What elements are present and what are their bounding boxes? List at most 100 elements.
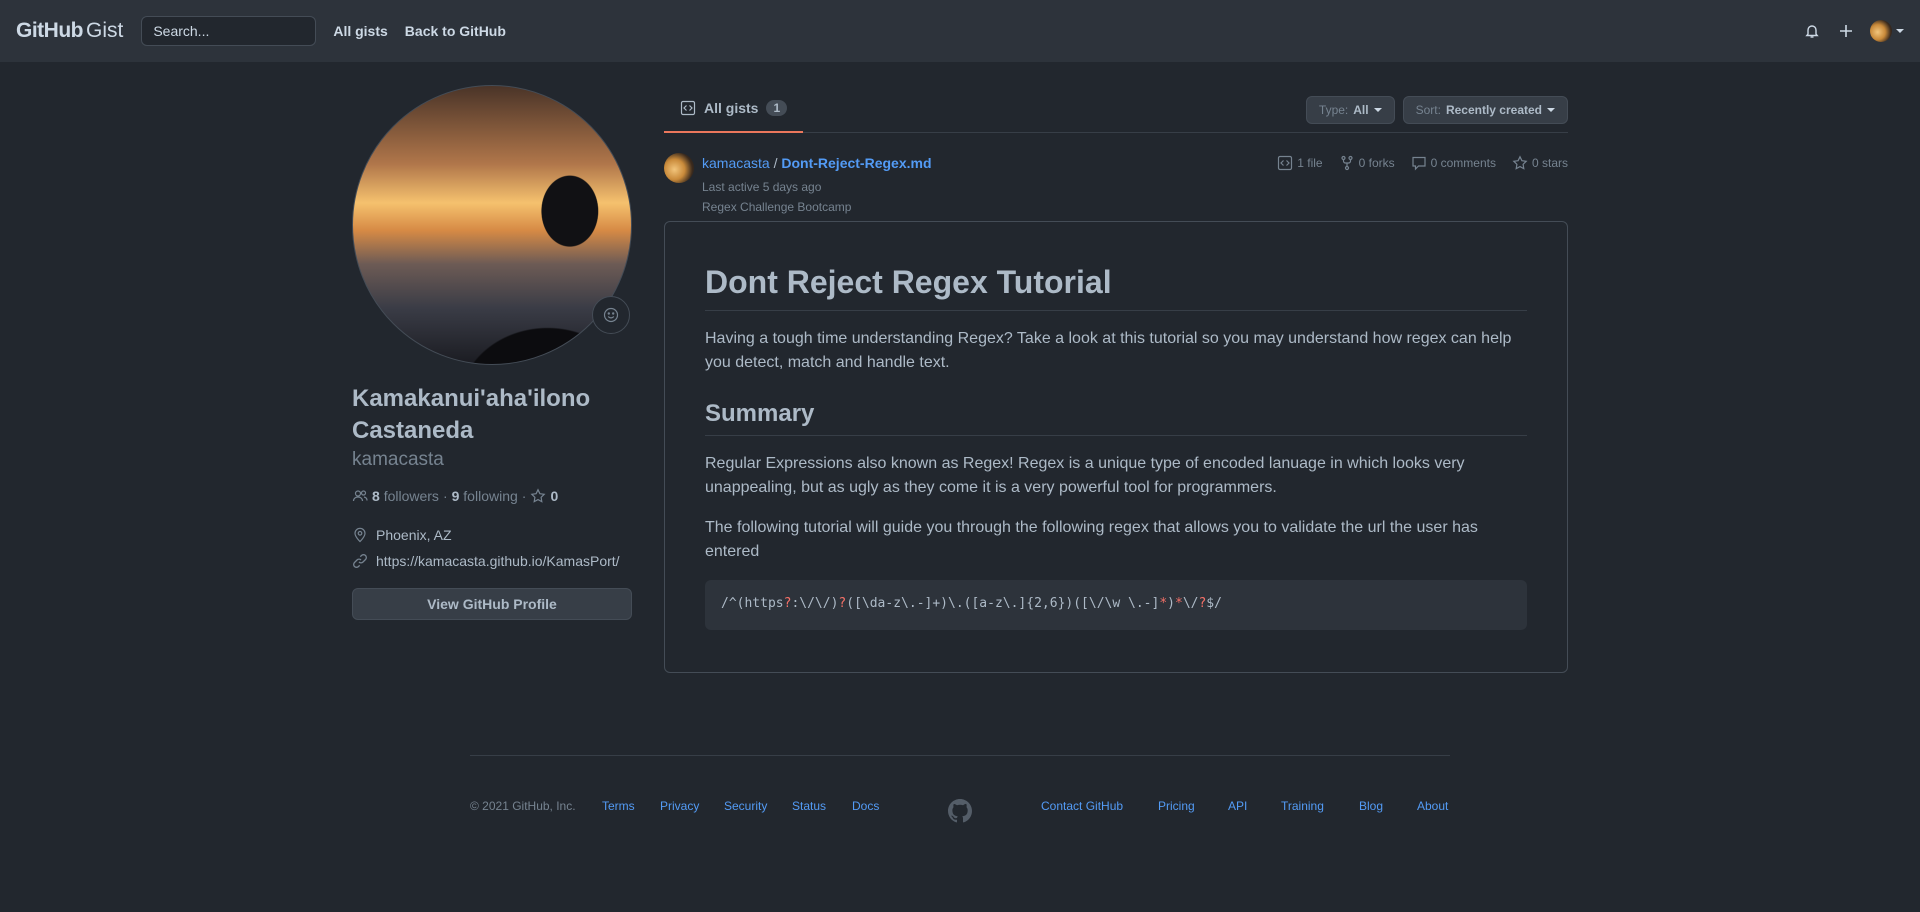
gist-comments-link[interactable]: 0 comments [1411,155,1496,171]
profile-avatar[interactable] [352,85,632,365]
profile-full-name: Kamakanui'aha'ilono Castaneda [352,385,591,444]
sort-filter-label: Sort: [1415,103,1441,117]
footer-link-pricing[interactable]: Pricing [1158,799,1195,813]
footer-link-blog[interactable]: Blog [1359,799,1383,813]
footer-link-security[interactable]: Security [724,799,767,813]
gist-filename-link[interactable]: Dont-Reject-Regex.md [781,155,931,171]
followers-link[interactable]: 8 followers [372,488,439,504]
readme-title: Dont Reject Regex Tutorial [705,262,1527,311]
following-count: 9 [451,488,460,504]
gist-logo[interactable]: GitHub Gist [16,19,123,43]
gist-forks-text: 0 forks [1358,156,1395,170]
github-mark-icon[interactable] [948,799,972,826]
filters: Type: All Sort: Recently created [1305,96,1568,124]
gist-files-link[interactable]: 1 file [1277,155,1323,171]
code-token-operator: * [1174,596,1183,611]
gist-owner-link[interactable]: kamacasta [702,155,770,171]
code-token: $/ [1206,596,1222,611]
code-square-icon [680,100,696,116]
website-item: https://kamacasta.github.io/KamasPort/ [352,548,632,574]
code-token: ) [1167,596,1175,611]
bell-icon[interactable] [1802,21,1822,41]
view-github-profile-button[interactable]: View GitHub Profile [352,588,632,620]
gist-files-text: 1 file [1297,156,1323,170]
gist-forks-link[interactable]: 0 forks [1339,155,1395,171]
footer: © 2021 GitHub, Inc. Terms Privacy Securi… [470,755,1450,823]
footer-link-contact[interactable]: Contact GitHub [1041,799,1123,813]
logo-gist-text: Gist [85,19,124,42]
gist-last-active: Last active 5 days ago [702,180,822,194]
sort-filter-button[interactable]: Sort: Recently created [1402,96,1568,124]
website-link[interactable]: https://kamacasta.github.io/KamasPort/ [376,548,620,574]
footer-link-api[interactable]: API [1228,799,1247,813]
chevron-down-icon [1896,29,1904,33]
set-status-button[interactable] [592,296,630,334]
regex-code-block: /^(https?:\/\/)?([\da-z\.-]+)\.([a-z\.]{… [705,580,1527,630]
nav-all-gists[interactable]: All gists [333,23,387,39]
gist-stats: 1 file 0 forks 0 comments 0 stars [1277,155,1568,171]
fork-icon [1341,155,1353,171]
footer-link-docs[interactable]: Docs [852,799,879,813]
chevron-down-icon [1547,108,1555,112]
footer-link-privacy[interactable]: Privacy [660,799,699,813]
readme-summary-p2: The following tutorial will guide you th… [705,519,1478,560]
gist-readme: Dont Reject Regex Tutorial Having a toug… [664,221,1568,673]
stars-link[interactable]: 0 [530,488,558,504]
code-square-icon [1278,155,1293,171]
footer-link-terms[interactable]: Terms [602,799,635,813]
profile-details: Phoenix, AZ https://kamacasta.github.io/… [352,522,632,574]
user-menu[interactable] [1870,20,1904,42]
footer-link-training[interactable]: Training [1281,799,1324,813]
code-token-operator: * [1159,596,1168,611]
profile-username: kamacasta [352,449,444,470]
tab-all-gists-label: All gists [704,100,759,116]
gist-header: kamacasta / Dont-Reject-Regex.md Last ac… [664,153,1568,217]
header-actions [1802,0,1904,62]
readme-summary-heading: Summary [705,399,1527,436]
following-link[interactable]: 9 following [452,488,518,504]
gist-title-separator: / [773,155,778,171]
star-icon [530,488,546,503]
code-token: /^(https [721,596,784,611]
top-header: GitHub Gist All gists Back to GitHub [0,0,1920,62]
footer-link-status[interactable]: Status [792,799,826,813]
people-icon [352,490,368,502]
dot-separator: · [521,488,527,504]
footer-link-about[interactable]: About [1417,799,1448,813]
readme-intro: Having a tough time understanding Regex?… [705,330,1512,371]
comment-icon [1412,156,1426,171]
code-token: \/ [1182,596,1199,611]
profile-avatar-wrap [352,85,632,365]
plus-icon[interactable] [1836,21,1856,41]
nav-back-to-github[interactable]: Back to GitHub [405,23,506,39]
gist-meta: Last active 5 days ago Regex Challenge B… [702,177,851,217]
following-label: following [463,488,518,504]
readme-summary-p1: Regular Expressions also known as Regex!… [705,455,1465,496]
tab-all-gists[interactable]: All gists 1 [664,85,804,133]
type-filter-label: Type: [1318,103,1349,117]
footer-copyright: © 2021 GitHub, Inc. [470,799,576,813]
search-input[interactable] [141,16,317,46]
followers-label: followers [383,488,439,504]
code-token: ([\da-z\.-]+)\.([a-z\.]{2,6})([\/\w \.-] [846,596,1160,611]
follow-stats: 8 followers · 9 following · 0 [352,488,632,504]
logo-github-text: GitHub [16,19,83,42]
type-filter-value: All [1353,103,1369,117]
gist-title: kamacasta / Dont-Reject-Regex.md [702,155,932,171]
tabs-row: All gists 1 Type: All Sort: Recently cre… [664,85,1568,133]
gist-stars-link[interactable]: 0 stars [1512,155,1568,171]
location-icon [354,527,366,543]
chevron-down-icon [1373,108,1382,112]
gist-owner-avatar[interactable] [664,153,694,183]
gists-main: All gists 1 Type: All Sort: Recently cre… [664,85,1568,673]
footer-row: © 2021 GitHub, Inc. Terms Privacy Securi… [470,756,1450,823]
tab-all-gists-count: 1 [766,100,788,116]
stars-count: 0 [550,488,559,504]
type-filter-button[interactable]: Type: All [1305,96,1395,124]
location-text: Phoenix, AZ [376,527,452,543]
profile-sidebar: Kamakanui'aha'ilono Castaneda kamacasta … [352,85,632,620]
star-icon [1512,155,1528,170]
smiley-icon [603,307,619,323]
location-item: Phoenix, AZ [352,522,632,548]
user-avatar [1870,20,1892,42]
